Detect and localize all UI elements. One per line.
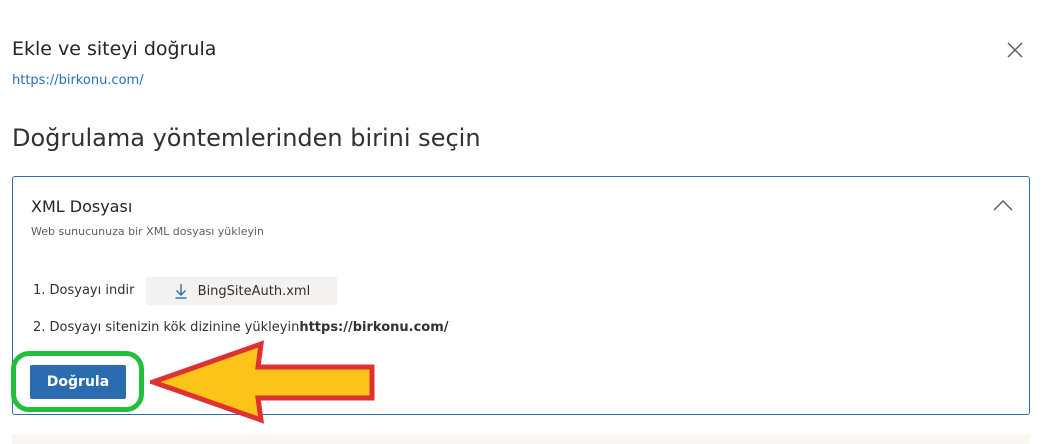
step-two-label: 2. Dosyayı sitenizin kök dizinine yükley…: [33, 320, 300, 335]
download-file-button[interactable]: BingSiteAuth.xml: [146, 277, 338, 305]
step-one-label: 1. Dosyayı indir: [33, 283, 135, 298]
chevron-up-icon: [993, 199, 1013, 211]
step-two-url: https://birkonu.com/: [299, 320, 449, 335]
method-title: XML Dosyası: [31, 197, 133, 216]
step-one-row: 1. Dosyayı indir BingSiteAuth.xml: [33, 277, 338, 305]
download-file-label: BingSiteAuth.xml: [197, 283, 311, 299]
close-button[interactable]: [1000, 36, 1030, 66]
page: Ekle ve siteyi doğrula https://birkonu.c…: [0, 0, 1050, 444]
xml-file-method-card: XML Dosyası Web sunucunuza bir XML dosya…: [12, 176, 1030, 415]
section-heading: Doğrulama yöntemlerinden birini seçin: [12, 124, 481, 152]
method-subtitle: Web sunucunuza bir XML dosyası yükleyin: [31, 225, 264, 238]
close-icon: [1007, 42, 1023, 58]
download-icon: [175, 284, 187, 299]
site-url-link[interactable]: https://birkonu.com/: [12, 72, 144, 90]
dialog-title: Ekle ve siteyi doğrula: [12, 38, 217, 60]
verify-button[interactable]: Doğrula: [30, 365, 126, 399]
next-method-card-edge: [12, 434, 1030, 444]
step-two-row: 2. Dosyayı sitenizin kök dizinine yükley…: [33, 319, 449, 337]
collapse-button[interactable]: [991, 195, 1015, 215]
